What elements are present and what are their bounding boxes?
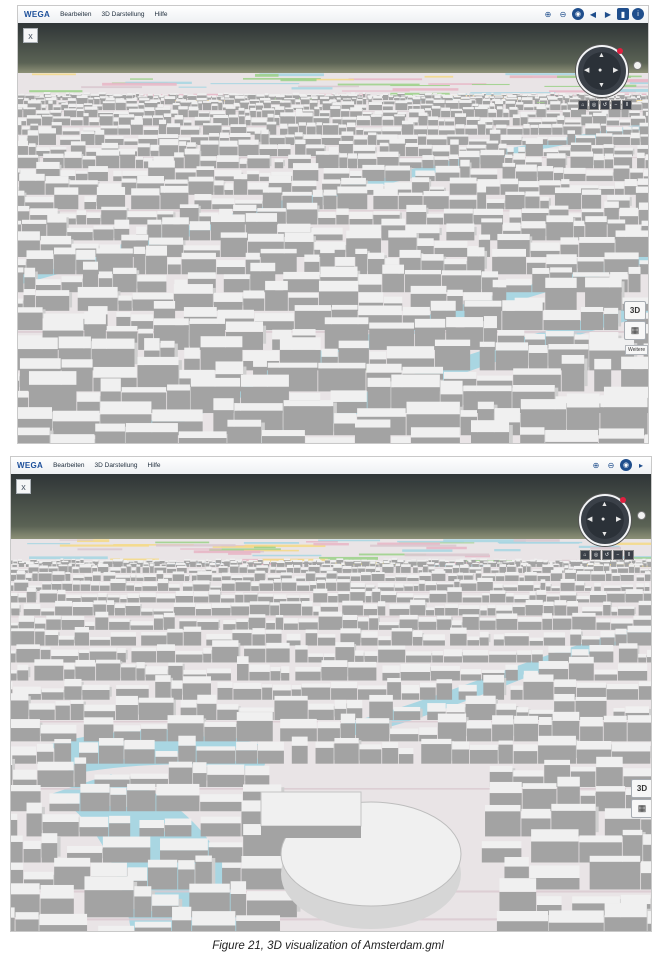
arrow-left-icon[interactable]: ◀	[587, 516, 592, 523]
navigation-compass[interactable]: ▲ ▼ ◀ ▶ ●	[579, 494, 631, 546]
screenshot-bottom: WEGA Bearbeiten 3D Darstellung Hilfe ⊕ ⊖…	[10, 456, 652, 932]
tilt-handle[interactable]	[633, 61, 642, 70]
arrow-right-icon[interactable]: ▸	[635, 459, 647, 471]
minus-icon[interactable]: −	[611, 100, 621, 110]
home-icon[interactable]: ⌂	[578, 100, 588, 110]
map-viewport-3d[interactable]: x ▲ ▼ ◀ ▶ ● ⌂ ◎ ↺ − ‖ 3D ▦ Weitere	[18, 23, 648, 443]
arrow-left-icon[interactable]: ◀	[584, 67, 589, 74]
view-mini-toolbar: ⌂ ◎ ↺ − ‖	[580, 550, 634, 560]
toggle-3d-button[interactable]: 3D	[624, 301, 646, 320]
eye-icon[interactable]: ●	[601, 516, 605, 523]
info-icon[interactable]: i	[632, 8, 644, 20]
toolbar: ⊕ ⊖ ◉ ▸	[590, 459, 647, 471]
rotate-left-icon[interactable]: ↺	[600, 100, 610, 110]
arrow-left-icon[interactable]: ◀	[587, 8, 599, 20]
menu-hilfe[interactable]: Hilfe	[155, 11, 168, 18]
zoom-out-icon[interactable]: ⊖	[557, 8, 569, 20]
minus-icon[interactable]: −	[613, 550, 623, 560]
arrow-right-icon[interactable]: ▶	[602, 8, 614, 20]
rotate-left-icon[interactable]: ↺	[602, 550, 612, 560]
city-scene	[11, 474, 651, 931]
toolbar: ⊕ ⊖ ◉ ◀ ▶ ▮ i	[542, 8, 644, 20]
north-indicator-icon	[617, 48, 623, 54]
toggle-3d-button[interactable]: 3D	[631, 779, 651, 798]
home-icon[interactable]: ⌂	[580, 550, 590, 560]
arrow-up-icon[interactable]: ▲	[598, 52, 605, 59]
zoom-in-icon[interactable]: ⊕	[542, 8, 554, 20]
zoom-in-icon[interactable]: ⊕	[590, 459, 602, 471]
arrow-up-icon[interactable]: ▲	[601, 501, 608, 508]
compass-icon[interactable]: ◎	[591, 550, 601, 560]
close-button[interactable]: x	[16, 479, 31, 494]
menu-bar: WEGA Bearbeiten 3D Darstellung Hilfe ⊕ ⊖…	[18, 6, 648, 24]
zoom-out-icon[interactable]: ⊖	[605, 459, 617, 471]
app-logo: WEGA	[17, 461, 44, 470]
figure-caption: Figure 21, 3D visualization of Amsterdam…	[212, 940, 444, 952]
arrow-right-icon[interactable]: ▶	[616, 516, 621, 523]
city-scene	[18, 23, 648, 443]
close-button[interactable]: x	[23, 28, 38, 43]
eye-icon[interactable]: ●	[598, 67, 602, 74]
screenshot-top: WEGA Bearbeiten 3D Darstellung Hilfe ⊕ ⊖…	[17, 5, 649, 444]
menu-3d-darstellung[interactable]: 3D Darstellung	[102, 11, 145, 18]
navigation-compass[interactable]: ▲ ▼ ◀ ▶ ●	[576, 45, 628, 97]
tilt-handle[interactable]	[637, 511, 646, 520]
menu-bearbeiten[interactable]: Bearbeiten	[60, 11, 91, 18]
grid-view-button[interactable]: ▦	[624, 321, 646, 340]
arrow-down-icon[interactable]: ▼	[601, 531, 608, 538]
menu-bar: WEGA Bearbeiten 3D Darstellung Hilfe ⊕ ⊖…	[11, 457, 651, 475]
globe-icon[interactable]: ◉	[572, 8, 584, 20]
globe-icon[interactable]: ◉	[620, 459, 632, 471]
menu-hilfe[interactable]: Hilfe	[148, 462, 161, 469]
compass-icon[interactable]: ◎	[589, 100, 599, 110]
pause-icon[interactable]: ‖	[622, 100, 632, 110]
grid-view-button[interactable]: ▦	[631, 799, 651, 818]
north-indicator-icon	[620, 497, 626, 503]
map-viewport-3d[interactable]: x ▲ ▼ ◀ ▶ ● ⌂ ◎ ↺ − ‖ 3D ▦	[11, 474, 651, 931]
weitere-button[interactable]: Weitere	[625, 345, 648, 355]
layers-icon[interactable]: ▮	[617, 8, 629, 20]
view-mini-toolbar: ⌂ ◎ ↺ − ‖	[578, 100, 632, 110]
arrow-right-icon[interactable]: ▶	[613, 67, 618, 74]
arrow-down-icon[interactable]: ▼	[598, 82, 605, 89]
menu-3d-darstellung[interactable]: 3D Darstellung	[95, 462, 138, 469]
pause-icon[interactable]: ‖	[624, 550, 634, 560]
app-logo: WEGA	[24, 10, 51, 19]
menu-bearbeiten[interactable]: Bearbeiten	[53, 462, 84, 469]
